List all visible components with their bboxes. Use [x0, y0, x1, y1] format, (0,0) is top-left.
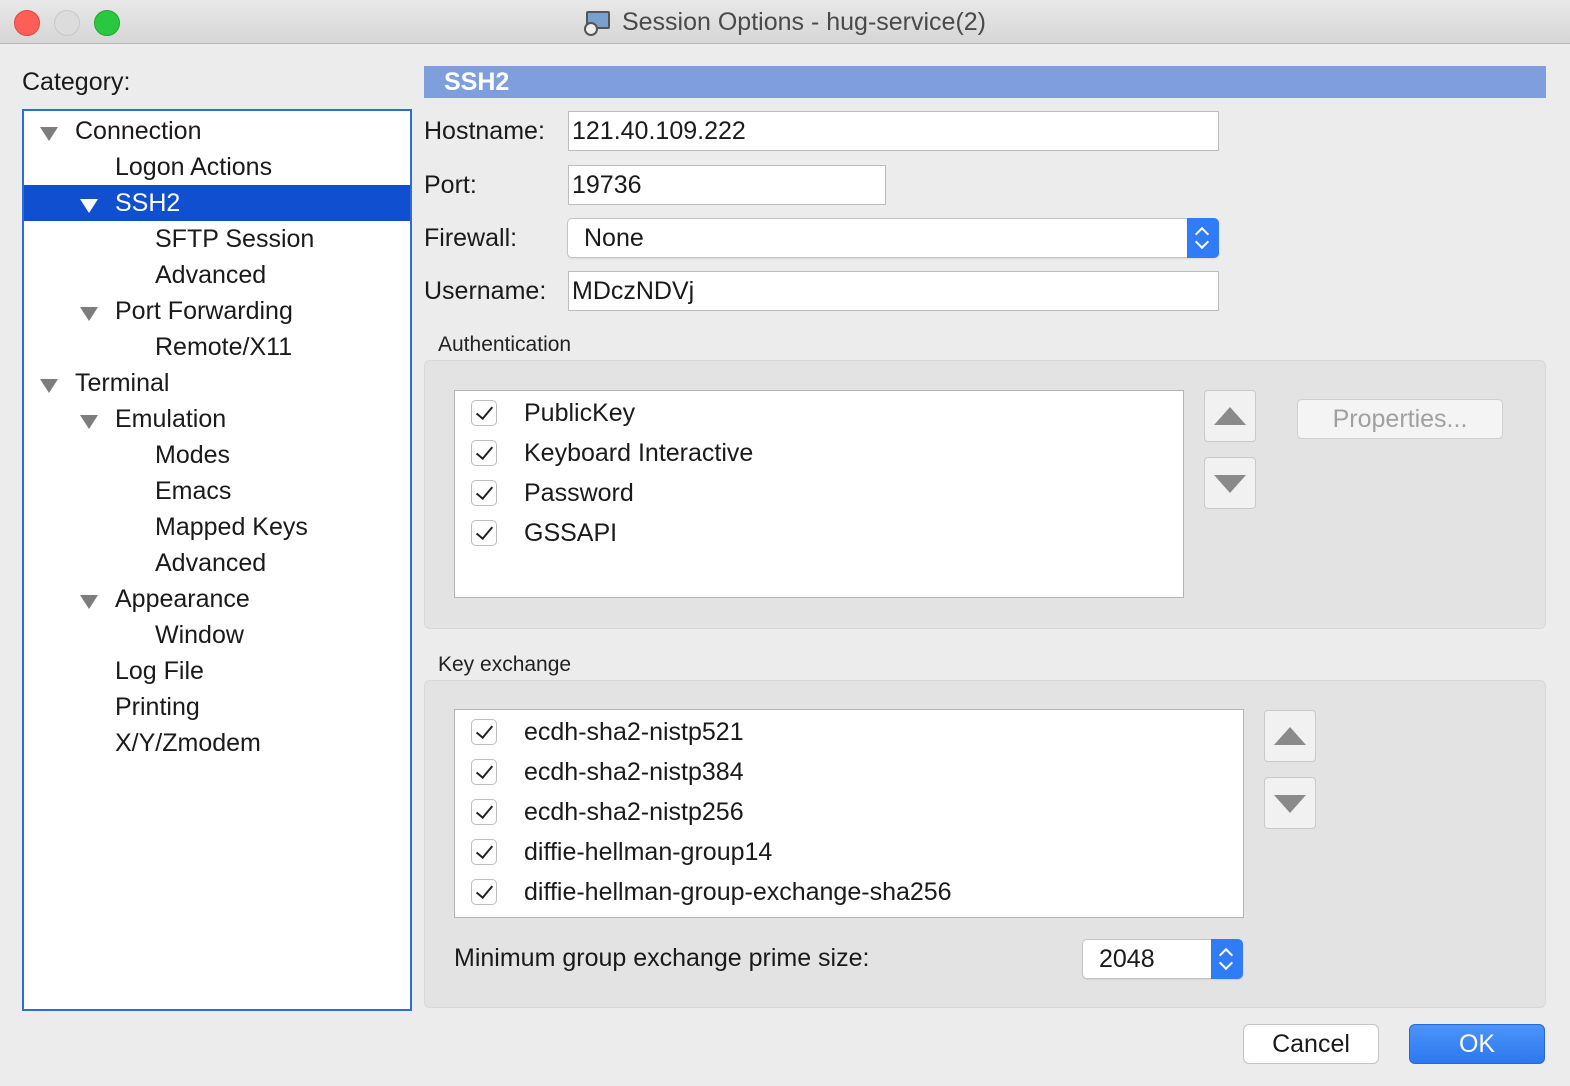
- checkbox-checked[interactable]: [471, 799, 497, 825]
- auth-move-up-button[interactable]: [1204, 390, 1256, 442]
- tree-item-mapped-keys[interactable]: Mapped Keys: [24, 509, 410, 545]
- section-header: SSH2: [424, 66, 1546, 98]
- port-input[interactable]: 19736: [568, 165, 886, 205]
- disclosure-triangle-icon[interactable]: [80, 293, 100, 329]
- prime-size-label: Minimum group exchange prime size:: [454, 944, 870, 972]
- window-title: Session Options - hug-service(2): [621, 7, 987, 36]
- tree-item-sftp-session[interactable]: SFTP Session: [24, 221, 410, 257]
- category-label: Category:: [22, 68, 131, 96]
- tree-item-emacs[interactable]: Emacs: [24, 473, 410, 509]
- tree-item-remote-x11[interactable]: Remote/X11: [24, 329, 410, 365]
- kex-move-down-button[interactable]: [1264, 777, 1316, 829]
- auth-move-down-button[interactable]: [1204, 457, 1256, 509]
- disclosure-triangle-icon[interactable]: [40, 365, 60, 401]
- select-arrows-icon: [1187, 218, 1219, 258]
- tree-item-modes[interactable]: Modes: [24, 437, 410, 473]
- key-exchange-list[interactable]: ecdh-sha2-nistp521 ecdh-sha2-nistp384 ec…: [454, 709, 1244, 918]
- checkbox-checked[interactable]: [471, 759, 497, 785]
- hostname-label: Hostname:: [424, 117, 545, 145]
- cancel-button[interactable]: Cancel: [1243, 1024, 1379, 1064]
- properties-button[interactable]: Properties...: [1297, 399, 1503, 439]
- tree-item-emulation[interactable]: Emulation: [24, 401, 410, 437]
- terminal-app-icon: [583, 8, 612, 36]
- tree-item-printing[interactable]: Printing: [24, 689, 410, 725]
- tree-item-log-file[interactable]: Log File: [24, 653, 410, 689]
- ok-button[interactable]: OK: [1409, 1024, 1545, 1064]
- checkbox-checked[interactable]: [471, 440, 497, 466]
- checkbox-checked[interactable]: [471, 480, 497, 506]
- checkbox-checked[interactable]: [471, 719, 497, 745]
- authentication-list[interactable]: PublicKey Keyboard Interactive Password …: [454, 390, 1184, 598]
- select-arrows-icon: [1211, 939, 1243, 979]
- prime-size-value: 2048: [1099, 945, 1155, 973]
- disclosure-triangle-icon[interactable]: [40, 113, 60, 149]
- authentication-group-title: Authentication: [438, 333, 572, 356]
- port-label: Port:: [424, 171, 477, 199]
- tree-item-ssh2-advanced[interactable]: Advanced: [24, 257, 410, 293]
- checkbox-checked[interactable]: [471, 400, 497, 426]
- firewall-select[interactable]: None: [567, 218, 1219, 258]
- username-label: Username:: [424, 277, 547, 305]
- tree-item-ssh2[interactable]: SSH2: [24, 185, 410, 221]
- tree-item-appearance[interactable]: Appearance: [24, 581, 410, 617]
- tree-item-connection[interactable]: Connection: [24, 113, 410, 149]
- tree-item-window[interactable]: Window: [24, 617, 410, 653]
- firewall-label: Firewall:: [424, 224, 518, 252]
- checkbox-checked[interactable]: [471, 520, 497, 546]
- prime-size-select[interactable]: 2048: [1082, 939, 1243, 979]
- checkbox-checked[interactable]: [471, 839, 497, 865]
- tree-item-xyzmodem[interactable]: X/Y/Zmodem: [24, 725, 410, 761]
- kex-move-up-button[interactable]: [1264, 710, 1316, 762]
- category-tree[interactable]: Connection Logon Actions SSH2 SFTP Sessi…: [22, 109, 412, 1011]
- key-exchange-group-title: Key exchange: [438, 653, 572, 676]
- tree-item-emulation-advanced[interactable]: Advanced: [24, 545, 410, 581]
- disclosure-triangle-icon[interactable]: [80, 401, 100, 437]
- disclosure-triangle-icon[interactable]: [80, 185, 100, 221]
- title-bar: Session Options - hug-service(2): [0, 0, 1570, 44]
- tree-item-port-forwarding[interactable]: Port Forwarding: [24, 293, 410, 329]
- username-input[interactable]: MDczNDVj: [568, 271, 1219, 311]
- disclosure-triangle-icon[interactable]: [80, 581, 100, 617]
- firewall-value: None: [584, 224, 644, 252]
- checkbox-checked[interactable]: [471, 879, 497, 905]
- tree-item-logon-actions[interactable]: Logon Actions: [24, 149, 410, 185]
- hostname-input[interactable]: 121.40.109.222: [568, 111, 1219, 151]
- tree-item-terminal[interactable]: Terminal: [24, 365, 410, 401]
